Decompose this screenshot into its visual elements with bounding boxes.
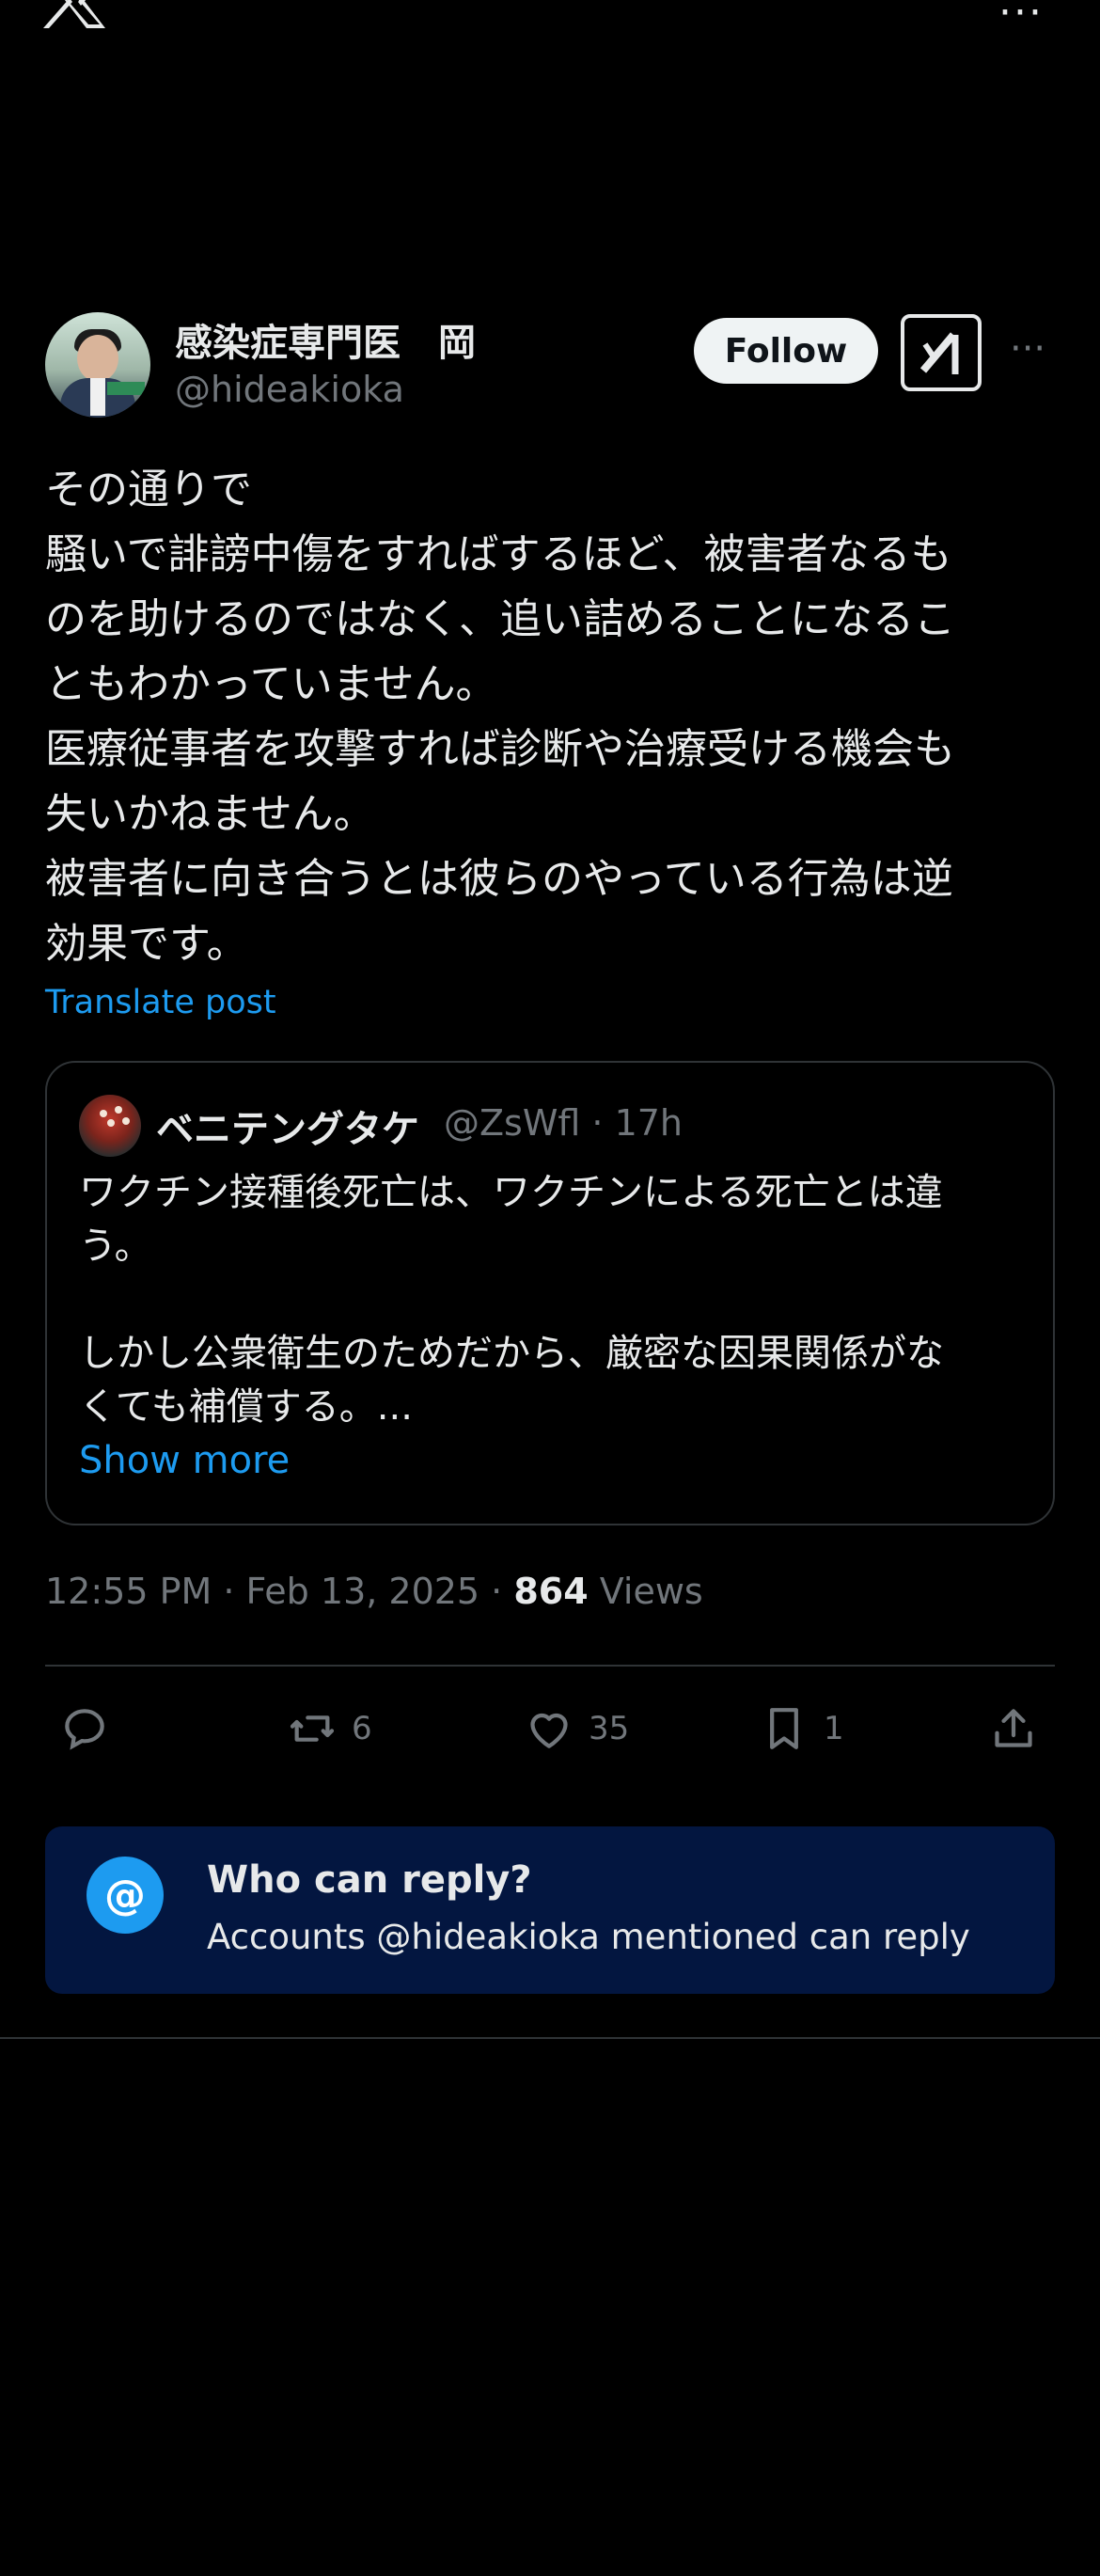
quoted-author-avatar[interactable] [79,1095,141,1157]
author-handle[interactable]: @hideakioka [175,369,404,410]
show-more-link[interactable]: Show more [79,1439,290,1482]
author-avatar[interactable] [45,312,150,418]
quoted-tweet-text: ワクチン接種後死亡は、ワクチンによる死亡とは違 う。 しかし公衆衛生のためだから… [79,1171,944,1429]
retweet-icon [290,1715,335,1742]
who-can-reply-subtitle: Accounts @hideakioka mentioned can reply [207,1917,970,1957]
heart-icon [530,1713,568,1748]
translate-post-link[interactable]: Translate post [45,984,276,1021]
like-button[interactable]: 35 [523,1700,629,1757]
grok-icon[interactable] [901,314,982,391]
tweet-timestamp[interactable]: 12:55 PM · Feb 13, 2025 · [45,1571,513,1612]
views-count: 864 [513,1571,589,1612]
retweet-count: 6 [352,1710,372,1747]
quoted-author-name: ベニテングタケ [156,1108,419,1151]
like-count: 35 [589,1710,630,1747]
bookmark-count: 1 [824,1710,844,1747]
divider [45,1665,1055,1667]
bookmark-button[interactable]: 1 [758,1700,844,1757]
author-name[interactable]: 感染症専門医 岡 [175,312,476,367]
who-can-reply-banner [45,1826,1055,1994]
reply-icon [65,1709,104,1750]
follow-button[interactable]: Follow [694,318,878,384]
more-options-icon[interactable]: ··· [998,0,1044,37]
retweet-button[interactable]: 6 [286,1700,372,1757]
reply-button[interactable] [58,1700,124,1757]
tweet-more-icon[interactable]: ··· [1010,327,1045,371]
at-sign-icon: @ [86,1857,164,1934]
views-label: Views [588,1571,703,1612]
tweet-meta: 12:55 PM · Feb 13, 2025 · 864 Views [45,1571,703,1612]
share-button[interactable] [987,1700,1040,1757]
tweet-text: その通りで 騒いで誹謗中傷をすればするほど、被害者なるも のを助けるのではなく、… [45,466,955,968]
quoted-author-meta: @ZsWfl · 17h [444,1102,684,1144]
x-logo-icon[interactable] [43,0,109,28]
share-icon [995,1709,1032,1747]
divider [0,2037,1100,2039]
bookmark-icon [770,1708,798,1749]
who-can-reply-title: Who can reply? [207,1858,532,1902]
